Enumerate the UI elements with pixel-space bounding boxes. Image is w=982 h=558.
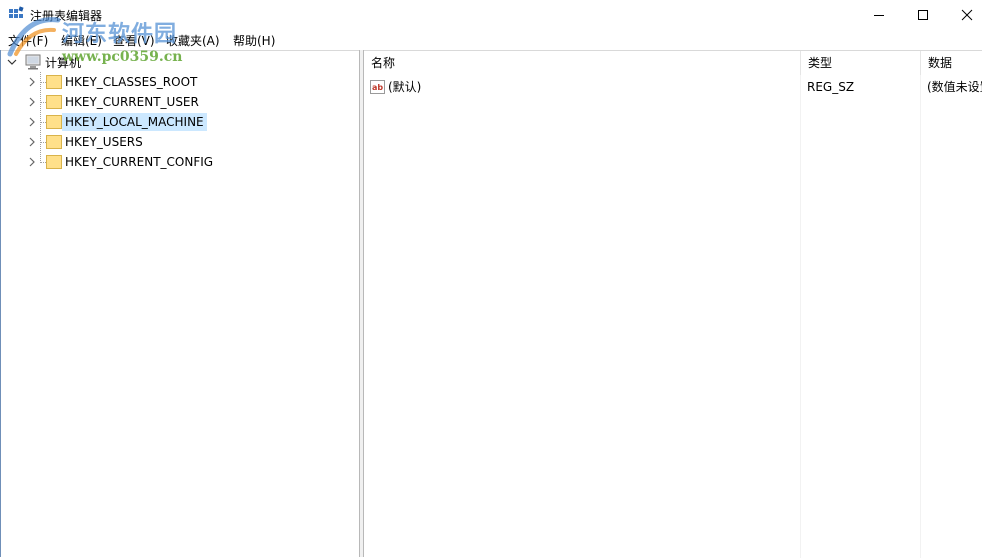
tree-item-hkey-current-user[interactable]: HKEY_CURRENT_USER [26,92,202,112]
menu-edit[interactable]: 编辑(E) [61,32,102,49]
column-header-type[interactable]: 类型 [801,51,921,75]
tree-item-hkey-current-config[interactable]: HKEY_CURRENT_CONFIG [26,152,216,172]
folder-icon [46,115,62,129]
values-pane[interactable]: 名称 类型 数据 ab (默认) REG_SZ (数值未设置) [364,50,982,558]
value-data: (数值未设置) [927,80,982,94]
window-edge [0,50,1,557]
close-icon [961,9,973,20]
close-button[interactable] [944,0,982,29]
value-type: REG_SZ [807,80,855,94]
chevron-right-icon[interactable] [26,72,38,92]
registry-editor-icon [8,6,24,22]
chevron-down-icon[interactable] [6,52,18,72]
menu-view[interactable]: 查看(V) [113,32,155,49]
maximize-button[interactable] [900,0,946,29]
minimize-icon [874,14,884,16]
column-divider [800,51,801,558]
value-name: (默认) [388,80,422,94]
folder-icon [46,95,62,109]
folder-icon [46,135,62,149]
chevron-right-icon[interactable] [26,132,38,152]
value-row[interactable]: ab (默认) REG_SZ (数值未设置) [364,77,982,97]
tree-item-label: HKEY_USERS [65,135,143,149]
tree-pane[interactable]: 计算机 HKEY_CLASSES_ROOT HKEY_CURRENT_USER … [0,50,359,558]
tree-item-label: HKEY_CLASSES_ROOT [65,75,198,89]
tree-item-hkey-local-machine[interactable]: HKEY_LOCAL_MACHINE [26,112,207,132]
chevron-right-icon[interactable] [26,112,38,132]
folder-icon [46,75,62,89]
svg-text:ab: ab [372,83,383,92]
window-title: 注册表编辑器 [30,9,103,23]
column-divider [920,51,921,558]
menu-bar: 文件(F) 编辑(E) 查看(V) 收藏夹(A) 帮助(H) [0,29,982,49]
tree-item-label: 计算机 [45,55,82,70]
string-value-icon: ab [370,80,385,94]
chevron-right-icon[interactable] [26,92,38,112]
title-bar: 注册表编辑器 [0,0,982,29]
maximize-icon [918,9,928,20]
menu-file[interactable]: 文件(F) [8,32,48,49]
tree-item-label: HKEY_CURRENT_USER [65,95,199,109]
tree-item-label-selected: HKEY_LOCAL_MACHINE [62,113,207,131]
tree-item-label: HKEY_CURRENT_CONFIG [65,155,214,169]
column-header-name[interactable]: 名称 [364,51,801,75]
tree-item-computer[interactable]: 计算机 [6,52,84,72]
menu-help[interactable]: 帮助(H) [233,32,275,49]
tree-item-hkey-users[interactable]: HKEY_USERS [26,132,146,152]
chevron-right-icon[interactable] [26,152,38,172]
folder-icon [46,155,62,169]
menu-favorites[interactable]: 收藏夹(A) [166,32,220,49]
column-header-data[interactable]: 数据 [921,51,982,75]
value-name-cell: ab (默认) [370,77,795,97]
tree-item-hkey-classes-root[interactable]: HKEY_CLASSES_ROOT [26,72,200,92]
computer-icon [24,54,42,70]
minimize-button[interactable] [856,0,902,29]
